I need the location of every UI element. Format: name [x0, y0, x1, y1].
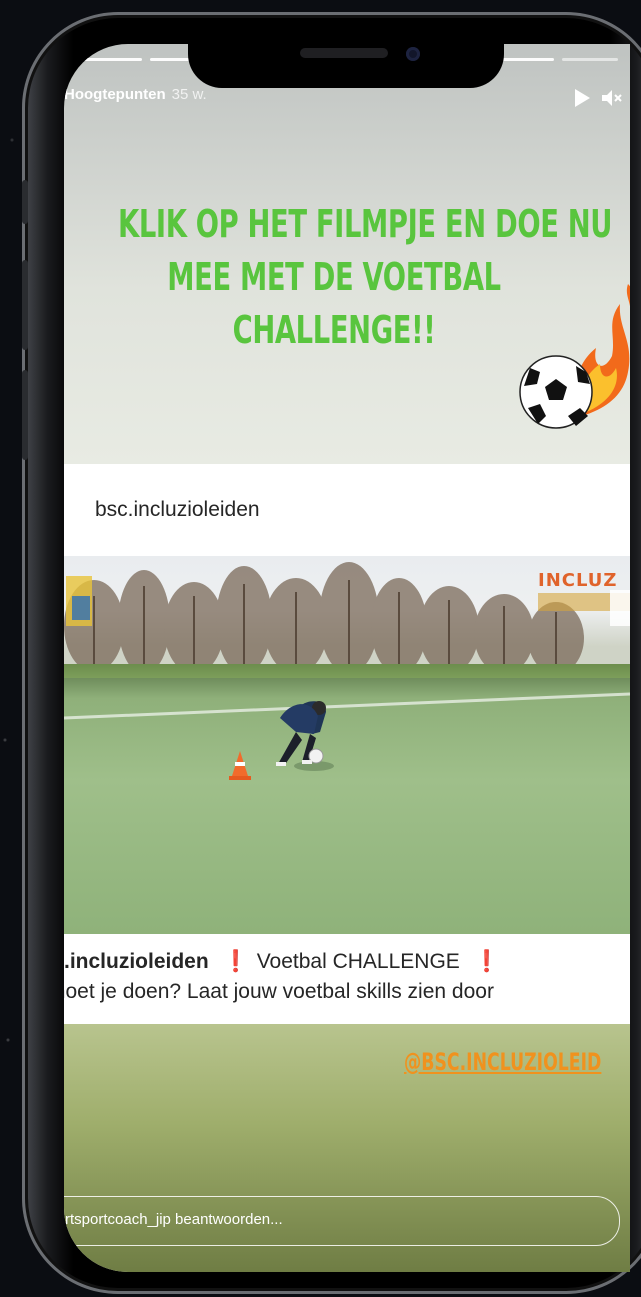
caption-username[interactable]: .incluzioleiden: [64, 950, 209, 973]
soccer-ball-fire-icon: [519, 284, 630, 429]
post-video[interactable]: INCLUZ: [64, 556, 630, 934]
title-line: MEE MET DE VOETBAL: [167, 255, 501, 299]
side-button: [22, 260, 28, 350]
progress-segment: [562, 58, 618, 61]
play-icon[interactable]: [573, 88, 591, 108]
post-username[interactable]: bsc.incluzioleiden: [95, 498, 260, 522]
title-line: CHALLENGE!!: [232, 308, 436, 352]
post-caption: .incluzioleiden ❗ Voetbal CHALLENGE ❗ moe…: [64, 934, 630, 1024]
mute-icon[interactable]: [600, 88, 622, 108]
story-username[interactable]: Hoogtepunten: [64, 86, 166, 103]
reply-input[interactable]: rtsportcoach_jip beantwoorden...: [64, 1196, 620, 1246]
story-title: KLIK OP HET FILMPJE EN DOE NU MEE MET DE…: [117, 198, 613, 357]
story-time: 35 w.: [171, 86, 207, 103]
reply-placeholder: rtsportcoach_jip beantwoorden...: [65, 1211, 283, 1228]
caption-line: .incluzioleiden ❗ Voetbal CHALLENGE ❗: [64, 950, 508, 974]
phone-speaker: [300, 48, 388, 58]
video-icon-overlay: [610, 590, 630, 626]
shared-post[interactable]: bsc.incluzioleiden INCLUZ .incluzioleide…: [64, 464, 630, 1024]
mention-sticker[interactable]: @BSC.INCLUZIOLEID: [404, 1048, 601, 1076]
title-line: KLIK OP HET FILMPJE EN DOE NU: [117, 202, 613, 246]
caption-text: Voetbal CHALLENGE: [256, 950, 460, 973]
front-camera: [406, 47, 420, 61]
caption-line: moet je doen? Laat jouw voetbal skills z…: [64, 980, 494, 1003]
story-header: Hoogtepunten 35 w.: [64, 86, 207, 110]
exclamation-icon: ❗: [473, 950, 500, 973]
side-button: [22, 180, 28, 224]
video-player: [64, 692, 630, 771]
side-button: [22, 370, 28, 460]
story-screen[interactable]: Hoogtepunten 35 w. KLIK OP HET FILMPJE EN…: [64, 44, 630, 1272]
traffic-cone-icon: [229, 751, 251, 780]
exclamation-icon: ❗: [222, 950, 249, 973]
progress-segment: [78, 58, 142, 61]
